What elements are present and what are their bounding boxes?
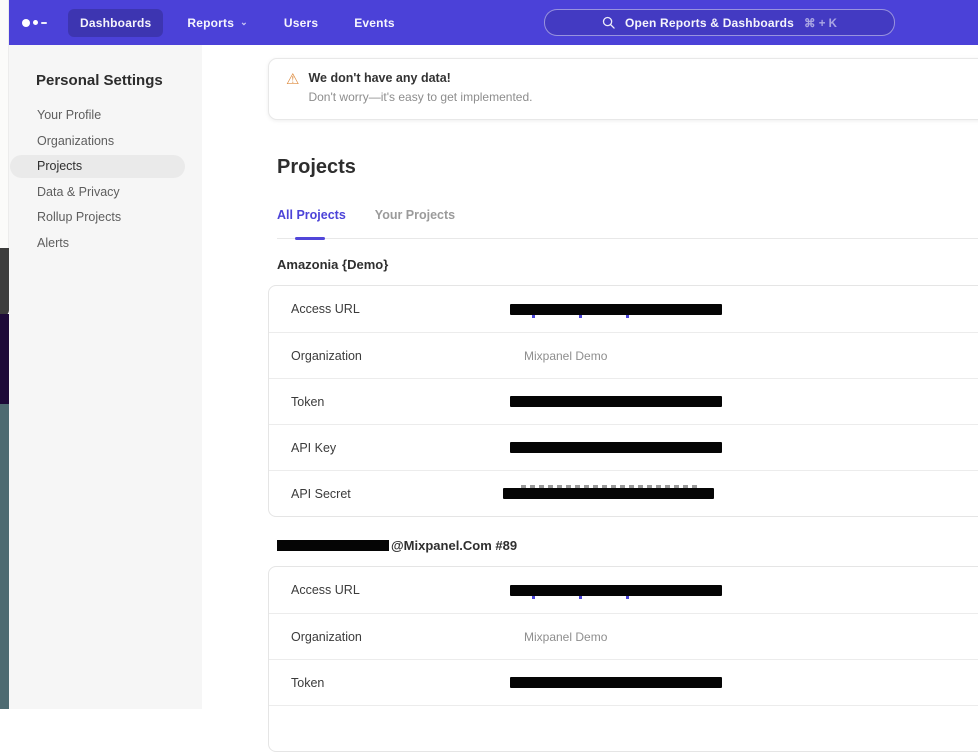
warning-icon: ⚠: [286, 72, 299, 119]
nav-items: Dashboards Reports ⌄ Users Events: [68, 9, 407, 37]
banner-title: We don't have any data!: [308, 71, 532, 85]
logo-dot-large: [22, 19, 30, 27]
nav-item-events[interactable]: Events: [342, 9, 407, 37]
project-name-text: Amazonia {Demo}: [277, 257, 388, 272]
strip-segment-teal: [0, 404, 9, 709]
redacted-value-bar: [510, 442, 722, 453]
row-label: Token: [291, 676, 510, 690]
sidebar-item-rollup-projects[interactable]: Rollup Projects: [10, 206, 185, 229]
sidebar-item-label: Organizations: [37, 134, 114, 148]
search-icon: [602, 16, 615, 29]
strip-segment-white: [0, 0, 9, 248]
sidebar-item-your-profile[interactable]: Your Profile: [10, 104, 185, 127]
mixpanel-logo-icon[interactable]: [22, 19, 50, 27]
sidebar-item-organizations[interactable]: Organizations: [10, 130, 185, 153]
app-window: Dashboards Reports ⌄ Users Events Open Repor…: [9, 0, 978, 709]
sidebar-title: Personal Settings: [36, 72, 202, 89]
row-value-text: Mixpanel Demo: [524, 630, 607, 644]
banner-subtitle: Don't worry—it's easy to get implemented…: [308, 90, 532, 104]
logo-dot-small: [33, 20, 38, 25]
row-value: [510, 677, 722, 688]
background-window-strip: [0, 0, 9, 709]
row-label: Organization: [291, 630, 510, 644]
table-row: Token: [269, 659, 978, 705]
banner-texts: We don't have any data! Don't worry—it's…: [308, 71, 532, 119]
table-row: Token: [269, 378, 978, 424]
search-placeholder: Open Reports & Dashboards: [625, 16, 794, 30]
project-name: @Mixpanel.Com #89: [277, 538, 978, 553]
row-value: Mixpanel Demo: [510, 630, 607, 644]
row-label: API Secret: [291, 487, 510, 501]
redacted-value-bar: [510, 396, 722, 407]
main-content: ⚠ We don't have any data! Don't worry—it…: [202, 45, 978, 709]
nav-item-label: Events: [354, 16, 395, 30]
sidebar-item-label: Your Profile: [37, 108, 101, 122]
table-row: Organization Mixpanel Demo: [269, 332, 978, 378]
tab-label: Your Projects: [375, 208, 455, 222]
sidebar-item-label: Data & Privacy: [37, 185, 120, 199]
row-value: [510, 488, 714, 499]
page-title: Projects: [277, 156, 978, 179]
row-label: Token: [291, 395, 510, 409]
table-row: API Secret: [269, 470, 978, 516]
sidebar-item-projects[interactable]: Projects: [10, 155, 185, 178]
redacted-value-bar: [503, 488, 714, 499]
projects-tabs: All Projects Your Projects: [277, 202, 978, 239]
project-details-card: Access URL Organization Mixpanel Demo Token…: [268, 285, 978, 517]
table-row: Access URL: [269, 286, 978, 332]
project-name-text: @Mixpanel.Com #89: [391, 538, 517, 553]
nav-item-label: Reports: [187, 16, 234, 30]
table-row: Access URL: [269, 567, 978, 613]
nav-item-label: Users: [284, 16, 318, 30]
project-name: Amazonia {Demo}: [277, 257, 978, 272]
redaction-bar: [277, 540, 389, 551]
row-value: [510, 304, 722, 315]
project-details-card: Access URL Organization Mixpanel Demo Token: [268, 566, 978, 752]
tab-all-projects[interactable]: All Projects: [277, 208, 346, 238]
project-section: Amazonia {Demo} Access URL Organization Mix…: [277, 257, 978, 517]
active-tab-underline: [295, 237, 325, 240]
row-value: [510, 396, 722, 407]
row-value: Mixpanel Demo: [510, 349, 607, 363]
row-label: Organization: [291, 349, 510, 363]
strip-segment-purple: [0, 314, 9, 404]
nav-item-users[interactable]: Users: [272, 9, 330, 37]
projects-list: Amazonia {Demo} Access URL Organization Mix…: [268, 257, 978, 752]
row-value: [510, 585, 722, 596]
top-navbar: Dashboards Reports ⌄ Users Events Open Repor…: [9, 0, 978, 45]
logo-dash: [41, 22, 47, 24]
nav-item-label: Dashboards: [80, 16, 151, 30]
redacted-value-bar: [510, 304, 722, 315]
sidebar-item-label: Alerts: [37, 236, 69, 250]
sidebar-item-label: Rollup Projects: [37, 210, 121, 224]
table-row: API Key: [269, 424, 978, 470]
row-value: [510, 442, 722, 453]
project-section: @Mixpanel.Com #89 Access URL Organization M…: [277, 538, 978, 752]
nav-item-dashboards[interactable]: Dashboards: [68, 9, 163, 37]
sidebar-item-alerts[interactable]: Alerts: [10, 232, 185, 255]
nav-item-reports[interactable]: Reports ⌄: [175, 9, 260, 37]
row-label: Access URL: [291, 583, 510, 597]
no-data-banner: ⚠ We don't have any data! Don't worry—it…: [268, 58, 978, 120]
table-row: Organization Mixpanel Demo: [269, 613, 978, 659]
tab-your-projects[interactable]: Your Projects: [375, 208, 455, 238]
sidebar-list: Your Profile Organizations Projects Data & …: [9, 104, 202, 254]
redacted-value-bar: [510, 585, 722, 596]
strip-segment-gray: [0, 248, 9, 316]
tab-label: All Projects: [277, 208, 346, 222]
search-shortcut-hint: ⌘ + K: [804, 16, 837, 30]
redacted-value-bar: [510, 677, 722, 688]
chevron-down-icon: ⌄: [240, 17, 248, 27]
settings-sidebar: Personal Settings Your Profile Organizati…: [9, 45, 202, 709]
row-value-text: Mixpanel Demo: [524, 349, 607, 363]
sidebar-item-label: Projects: [37, 159, 82, 173]
sidebar-item-data-privacy[interactable]: Data & Privacy: [10, 181, 185, 204]
global-search-button[interactable]: Open Reports & Dashboards ⌘ + K: [544, 9, 895, 36]
row-label: Access URL: [291, 302, 510, 316]
row-label: API Key: [291, 441, 510, 455]
table-row-partial: [269, 705, 978, 751]
